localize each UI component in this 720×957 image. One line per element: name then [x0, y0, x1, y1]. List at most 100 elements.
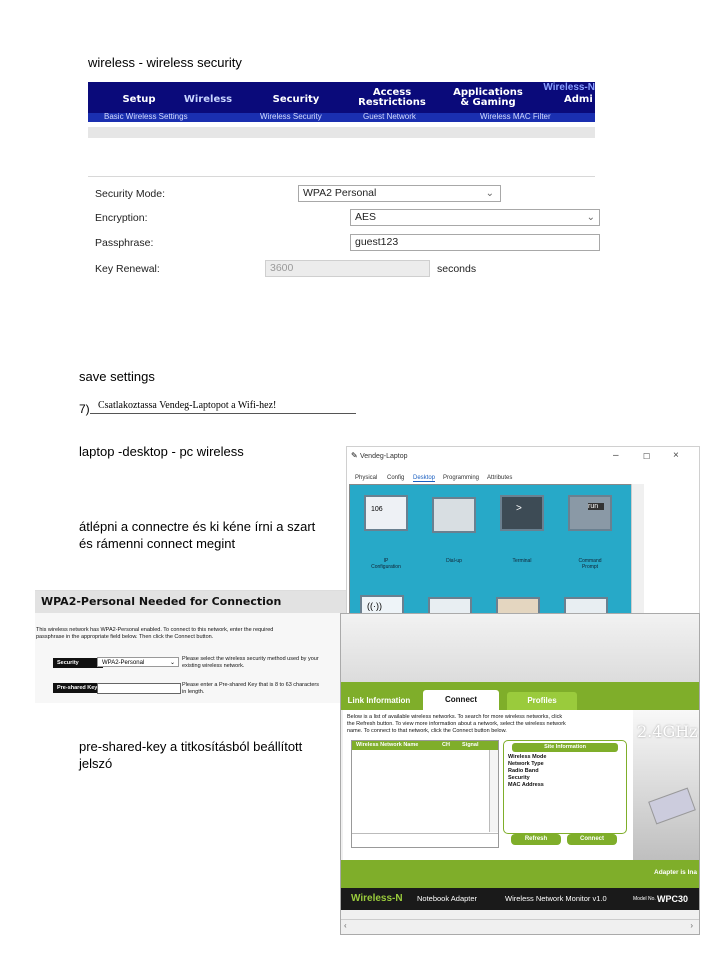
- wpa2-dialog-title: WPA2-Personal Needed for Connection: [35, 591, 346, 613]
- note-atlepni-1: átlépni a connectre és ki kéne írni a sz…: [79, 519, 316, 534]
- psk-input[interactable]: [97, 683, 181, 694]
- tab-desktop[interactable]: Desktop: [413, 475, 436, 482]
- security-mode-select[interactable]: WPA2 Personal ⌄: [298, 185, 501, 202]
- ip-config-label-2: Configuration: [371, 564, 401, 570]
- modem-icon[interactable]: [432, 497, 476, 533]
- site-info-radio-band: Radio Band: [508, 768, 539, 774]
- key-renewal-unit: seconds: [437, 263, 477, 275]
- note-wireless-security: wireless - wireless security: [88, 55, 242, 70]
- site-info-mac: MAC Address: [508, 782, 544, 788]
- command-prompt-icon[interactable]: run: [568, 495, 612, 531]
- note-atlepni-2: és rámenni connect megint: [79, 536, 236, 551]
- router-tab-access-line2: Restrictions: [358, 97, 426, 108]
- wpa2-security-select[interactable]: WPA2-Personal ⌄: [97, 657, 179, 667]
- security-mode-label: Security Mode:: [95, 188, 166, 200]
- wireless-network-monitor: Link Information Connect Profiles Below …: [340, 613, 700, 935]
- chevron-down-icon: ⌄: [485, 188, 494, 199]
- footer-brand: Wireless-N: [351, 893, 403, 904]
- adapter-card-image: [648, 787, 696, 825]
- task-underline: [90, 413, 356, 414]
- router-tab-setup[interactable]: Setup: [114, 95, 164, 105]
- router-divider: [88, 176, 595, 177]
- tab-programming[interactable]: Programming: [443, 475, 479, 481]
- terminal-prompt-glyph: >: [516, 503, 522, 514]
- router-tab-wireless[interactable]: Wireless: [180, 95, 236, 105]
- monitor-hscrollbar[interactable]: ‹ ›: [341, 919, 699, 934]
- network-list[interactable]: Wireless Network Name CH Signal: [351, 740, 499, 848]
- tab-config[interactable]: Config: [387, 475, 404, 481]
- window-title: Vendeg-Laptop: [360, 453, 408, 460]
- vertical-scrollbar[interactable]: [631, 484, 644, 617]
- network-list-vscroll[interactable]: [489, 750, 498, 832]
- note-laptop-desktop: laptop -desktop - pc wireless: [79, 444, 244, 459]
- security-help-2: existing wireless network.: [182, 663, 245, 669]
- router-tab-access[interactable]: Access Restrictions: [356, 88, 428, 108]
- wpa2-desc-line2: passphrase in the appropriate field belo…: [36, 634, 214, 640]
- footer-model-label: Model No.: [633, 896, 656, 902]
- task-number: 7): [79, 402, 90, 416]
- chevron-down-icon: ⌄: [586, 212, 595, 223]
- connect-intro-2: the Refresh button. To view more informa…: [347, 721, 566, 727]
- router-tab-security[interactable]: Security: [268, 95, 324, 105]
- tab-physical[interactable]: Physical: [355, 475, 377, 481]
- col-ch: CH: [442, 742, 450, 748]
- scroll-left-icon[interactable]: ‹: [344, 921, 347, 930]
- subtab-guest-network[interactable]: Guest Network: [363, 112, 416, 121]
- vendeg-laptop-window: ✎ Vendeg-Laptop – ☐ × Physical Config De…: [346, 446, 700, 618]
- laptop-window-icon: ✎: [351, 451, 358, 460]
- dial-up-label: Dial-up: [446, 558, 462, 564]
- connect-intro: Below is a list of available wireless ne…: [347, 714, 631, 735]
- tab-attributes[interactable]: Attributes: [487, 475, 512, 481]
- router-brand-tag: Wireless-N: [543, 82, 595, 93]
- wpa2-dialog: WPA2-Personal Needed for Connection This…: [35, 590, 346, 703]
- terminal-icon[interactable]: >: [500, 495, 544, 531]
- monitor-status-band: Adapter is Ina: [341, 860, 699, 888]
- subtab-basic-wireless[interactable]: Basic Wireless Settings: [104, 112, 188, 121]
- key-renewal-input[interactable]: 3600: [265, 260, 430, 277]
- site-information-box: Site Information Wireless Mode Network T…: [503, 740, 627, 834]
- chevron-down-icon: ⌄: [169, 660, 175, 666]
- monitor-header: [341, 614, 699, 682]
- maximize-button[interactable]: ☐: [643, 452, 650, 461]
- connect-button[interactable]: Connect: [567, 834, 617, 845]
- subtab-wireless-security[interactable]: Wireless Security: [260, 112, 322, 121]
- router-tab-applications-line2: & Gaming: [460, 97, 516, 108]
- psk-help-1: Please enter a Pre-shared Key that is 8 …: [182, 682, 319, 688]
- tab-profiles[interactable]: Profiles: [507, 692, 577, 710]
- router-tab-admin[interactable]: Admi: [564, 95, 604, 105]
- key-renewal-label: Key Renewal:: [95, 263, 160, 275]
- passphrase-input[interactable]: guest123: [350, 234, 600, 251]
- network-list-hscroll[interactable]: [352, 833, 498, 846]
- tab-connect[interactable]: Connect: [423, 690, 499, 710]
- note-psk-1: pre-shared-key a titkosításból beállítot…: [79, 739, 303, 754]
- wpa2-desc-line1: This wireless network has WPA2-Personal …: [36, 627, 274, 633]
- wpa2-security-value: WPA2-Personal: [102, 660, 145, 666]
- scroll-right-icon[interactable]: ›: [690, 921, 693, 930]
- psk-label: Pre-shared Key: [53, 683, 103, 693]
- ip-config-icon-text: 106: [371, 506, 383, 513]
- refresh-button[interactable]: Refresh: [511, 834, 561, 845]
- monitor-side-panel: 2.4GHz: [633, 710, 699, 860]
- encryption-value: AES: [355, 211, 377, 223]
- col-network-name: Wireless Network Name: [356, 742, 419, 748]
- encryption-label: Encryption:: [95, 212, 148, 224]
- subtab-mac-filter[interactable]: Wireless MAC Filter: [480, 112, 551, 121]
- security-help-1: Please select the wireless security meth…: [182, 656, 319, 662]
- minimize-button[interactable]: –: [613, 450, 619, 461]
- close-button[interactable]: ×: [673, 450, 679, 461]
- footer-app: Wireless Network Monitor v1.0: [505, 894, 607, 903]
- tab-link-information[interactable]: Link Information: [343, 692, 415, 710]
- monitor-footer: Wireless-N Notebook Adapter Wireless Net…: [341, 888, 699, 910]
- site-info-wireless-mode: Wireless Mode: [508, 754, 547, 760]
- adapter-status-text: Adapter is Ina: [654, 869, 697, 876]
- encryption-select[interactable]: AES ⌄: [350, 209, 600, 226]
- site-info-list: Wireless Mode Network Type Radio Band Se…: [504, 754, 626, 789]
- site-info-security: Security: [508, 775, 530, 781]
- security-help: Please select the wireless security meth…: [182, 656, 347, 670]
- psk-help-2: in length.: [182, 689, 205, 695]
- router-tab-applications[interactable]: Applications & Gaming: [448, 88, 528, 108]
- command-prompt-label-2: Prompt: [581, 564, 599, 570]
- task-text: Csatlakoztassa Vendeg-Laptopot a Wifi-he…: [98, 400, 277, 411]
- command-prompt-label: Command Prompt: [560, 558, 620, 570]
- ip-config-icon[interactable]: 106: [364, 495, 408, 531]
